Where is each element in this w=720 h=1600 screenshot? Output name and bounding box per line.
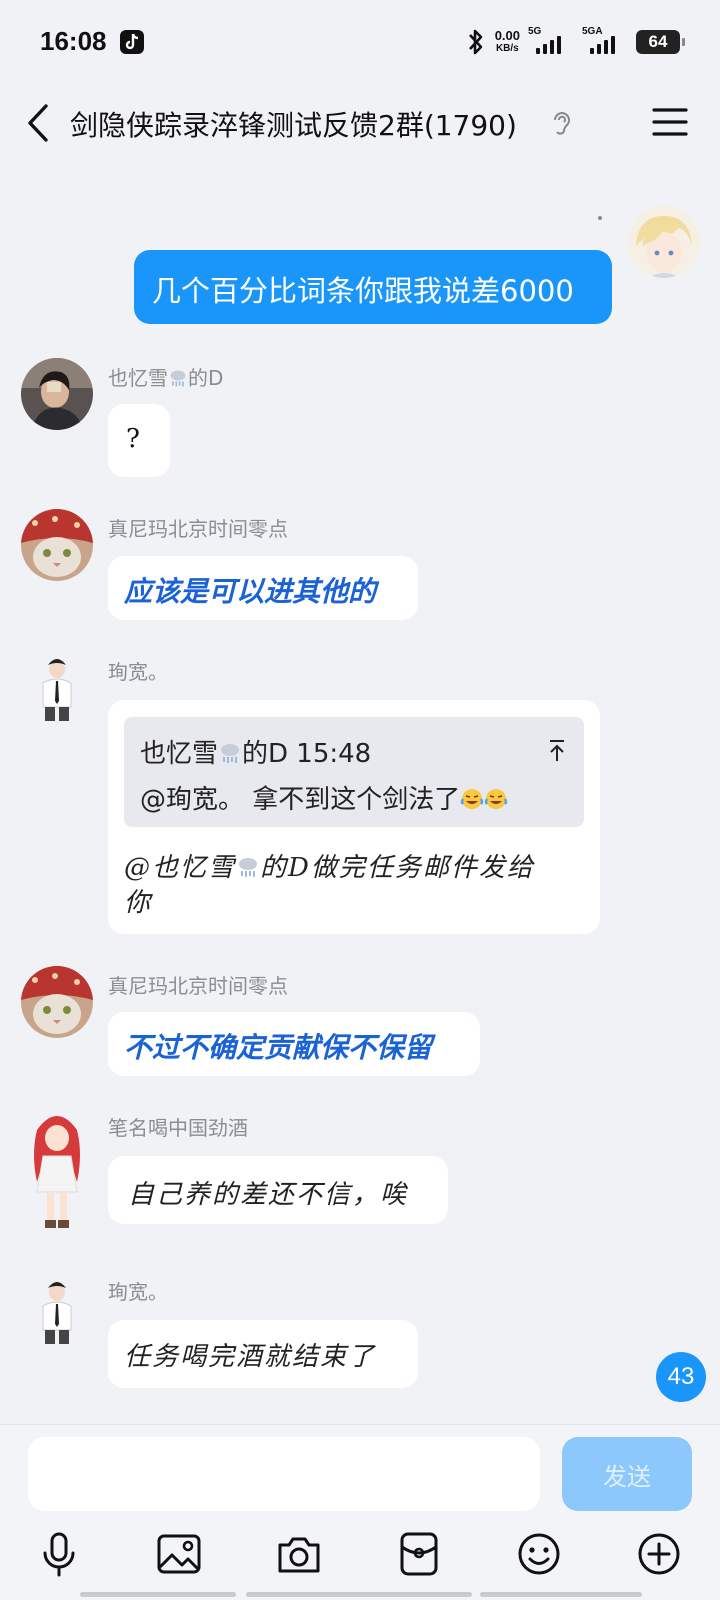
gesture-bar: [480, 1592, 642, 1597]
message-bubble[interactable]: 任务喝完酒就结束了: [108, 1320, 418, 1388]
ear-mode-icon[interactable]: [550, 108, 572, 138]
sender-name: 笔名喝中国劲酒: [108, 1116, 248, 1140]
menu-icon[interactable]: [652, 106, 688, 138]
sender-name: 真尼玛北京时间零点: [108, 974, 288, 998]
quote-text-content: @珣宽。 拿不到这个剑法了: [140, 785, 461, 815]
avatar[interactable]: [21, 1108, 93, 1238]
tiktok-icon: [120, 30, 144, 54]
network-speed-value: 0.00: [494, 28, 520, 43]
camera-icon[interactable]: [276, 1531, 322, 1577]
message-text-line: 你: [124, 888, 153, 918]
message-bubble[interactable]: 应该是可以进其他的: [108, 556, 418, 620]
quote-text: @珣宽。 拿不到这个剑法了: [140, 779, 508, 816]
my-avatar[interactable]: [628, 206, 700, 278]
gesture-bar: [246, 1592, 472, 1597]
message-text: 应该是可以进其他的: [124, 575, 377, 608]
quote-sender-part: 也忆雪: [140, 739, 219, 769]
status-bar: 16:08 0.00 KB/s 5G 5GA 64: [0, 0, 720, 84]
tears-of-joy-emoji-icon: [485, 789, 508, 809]
quote-sender-part: 的D 15:48: [242, 739, 372, 769]
avatar[interactable]: [21, 358, 93, 430]
sender-name: 珣宽。: [108, 1280, 168, 1304]
avatar[interactable]: [21, 651, 93, 723]
sender-name-part: 也忆雪: [108, 366, 168, 390]
emoji-icon[interactable]: [516, 1531, 562, 1577]
message-text: @也忆雪 的D做完任务邮件发给: [124, 847, 535, 884]
quote-header: 也忆雪 的D 15:48: [140, 733, 371, 770]
message-text: 几个百分比词条你跟我说差6000: [152, 274, 574, 308]
sender-name: 珣宽。: [108, 660, 168, 684]
jump-to-original-icon[interactable]: [548, 739, 566, 763]
message-text: 自己养的差还不信，唉: [128, 1180, 409, 1210]
quoted-message[interactable]: 也忆雪 的D 15:48 @珣宽。 拿不到这个剑法了: [124, 717, 584, 827]
battery-indicator: 64: [636, 30, 685, 54]
back-arrow-icon[interactable]: [24, 100, 54, 146]
mic-icon[interactable]: [36, 1531, 82, 1577]
message-bubble[interactable]: 自己养的差还不信，唉: [108, 1156, 448, 1224]
message-text: 任务喝完酒就结束了: [124, 1342, 377, 1372]
snow-cloud-emoji-icon: [221, 744, 240, 763]
snow-cloud-emoji-icon: [170, 370, 186, 387]
network-speed: 0.00 KB/s: [495, 29, 520, 55]
plus-icon[interactable]: [636, 1531, 682, 1577]
input-area: 发送: [0, 1424, 720, 1600]
message-bubble[interactable]: ?: [108, 404, 170, 477]
sender-name-part: 的D: [188, 366, 224, 390]
chat-title[interactable]: 剑隐侠踪录淬锋测试反馈2群(1790): [70, 104, 517, 144]
tears-of-joy-emoji-icon: [461, 789, 484, 809]
message-text: ?: [126, 424, 140, 454]
bluetooth-icon: [468, 29, 482, 55]
avatar[interactable]: [21, 966, 93, 1038]
message-text-part: 的D做完任务邮件发给: [260, 853, 535, 883]
red-packet-icon[interactable]: [396, 1531, 442, 1577]
message-status-dot: [598, 216, 602, 220]
unread-count-badge[interactable]: 43: [656, 1352, 706, 1402]
signal-sim1-icon: 5G: [528, 26, 574, 58]
image-icon[interactable]: [156, 1531, 202, 1577]
send-button[interactable]: 发送: [562, 1437, 692, 1511]
sender-name: 真尼玛北京时间零点: [108, 517, 288, 541]
message-bubble[interactable]: 几个百分比词条你跟我说差6000: [134, 250, 612, 324]
chat-header: 剑隐侠踪录淬锋测试反馈2群(1790): [0, 84, 720, 162]
status-time: 16:08: [40, 26, 107, 56]
snow-cloud-emoji-icon: [239, 858, 258, 877]
message-input[interactable]: [28, 1437, 540, 1511]
message-text: 不过不确定贡献保不保留: [124, 1031, 433, 1064]
avatar[interactable]: [21, 1274, 93, 1346]
message-bubble[interactable]: 不过不确定贡献保不保留: [108, 1012, 480, 1076]
gesture-bar: [80, 1592, 236, 1597]
sender-name: 也忆雪 的D: [108, 362, 223, 391]
mention-part: @也忆雪: [124, 853, 237, 883]
avatar[interactable]: [21, 509, 93, 581]
network-speed-unit: KB/s: [495, 43, 519, 54]
signal-sim2-icon: 5GA: [582, 26, 628, 58]
